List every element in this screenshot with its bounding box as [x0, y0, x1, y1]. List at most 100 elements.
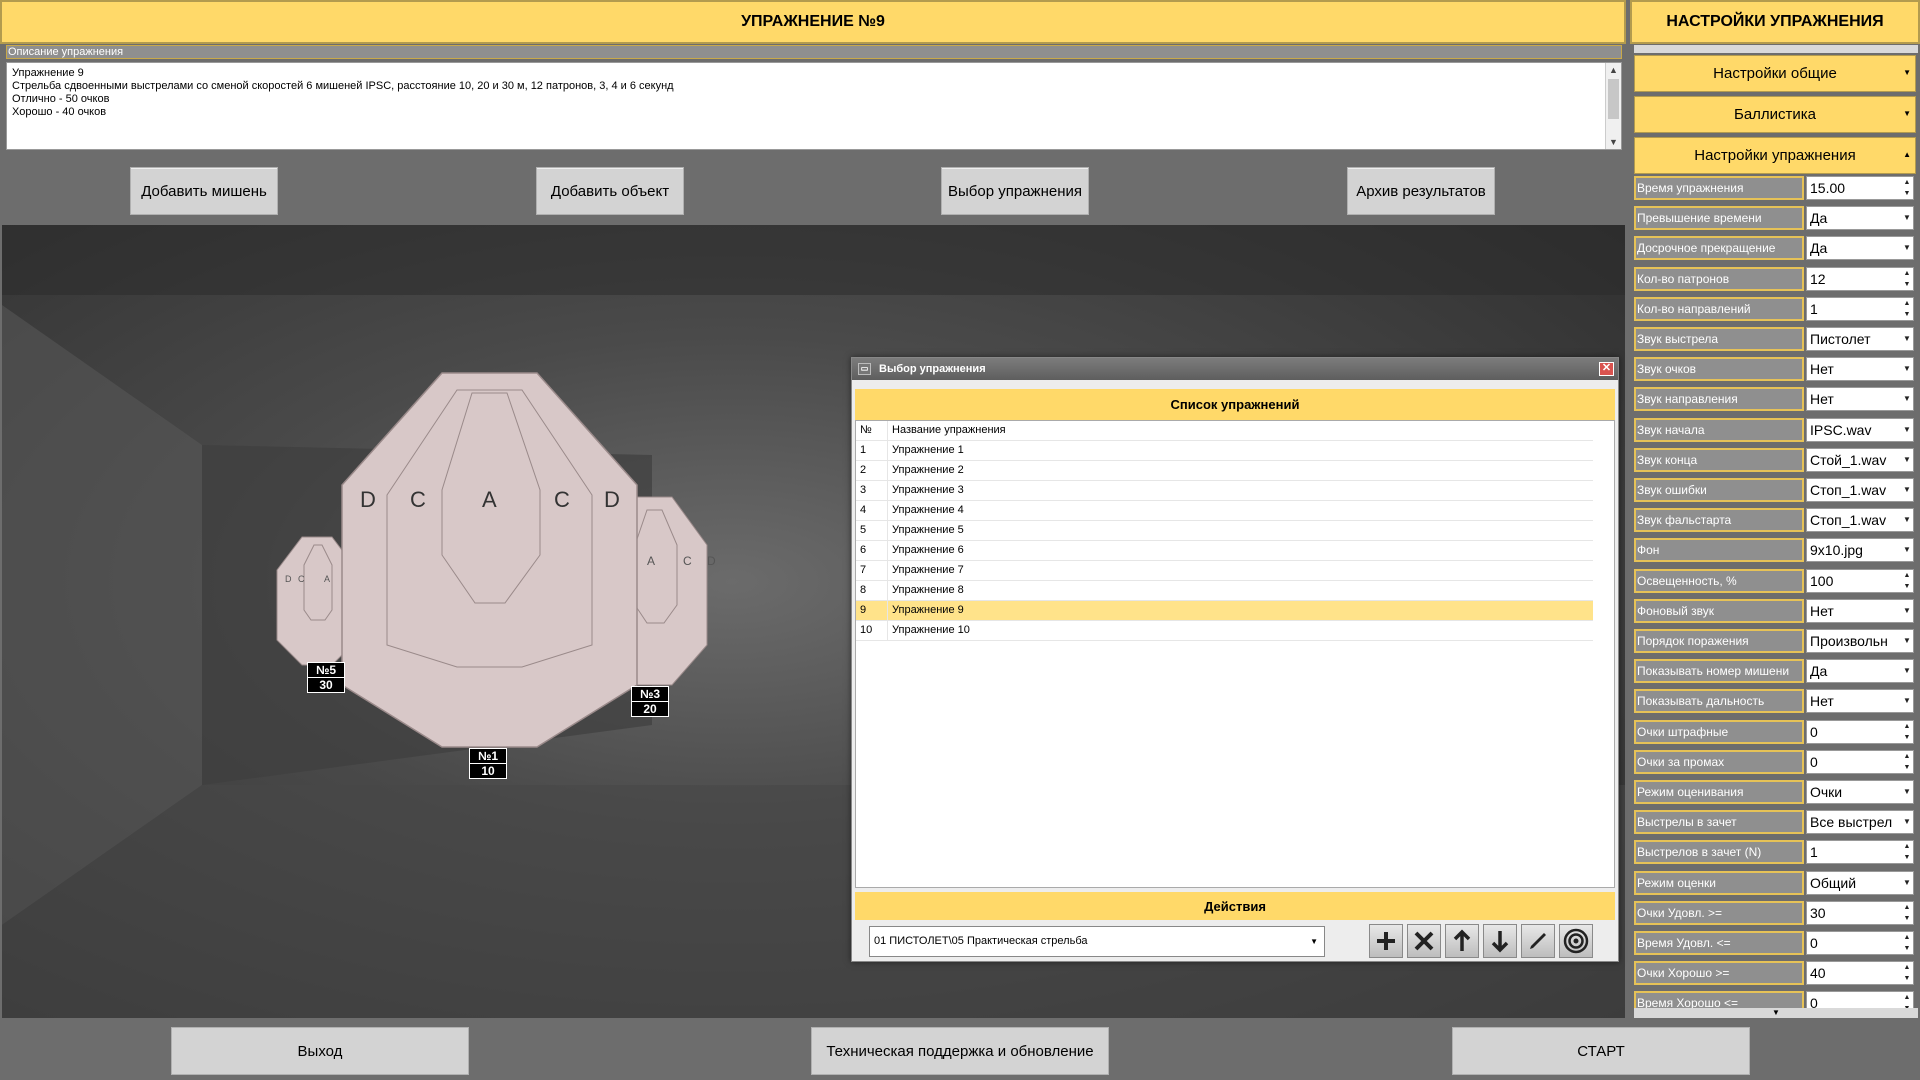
chevron-down-icon[interactable]: ▼ [1901, 237, 1913, 259]
list-item[interactable]: 5 Упражнение 5 [856, 521, 1593, 541]
setting-dropdown[interactable]: Пистолет ▼ [1806, 327, 1914, 351]
setting-spinbox[interactable]: 0 ▲▼ [1806, 720, 1914, 744]
setting-dropdown[interactable]: Да ▼ [1806, 236, 1914, 260]
setting-dropdown[interactable]: Очки ▼ [1806, 780, 1914, 804]
chevron-down-icon[interactable]: ▼ [1901, 781, 1913, 803]
spin-arrows-icon[interactable]: ▲▼ [1901, 902, 1913, 924]
support-button[interactable]: Техническая поддержка и обновление [811, 1027, 1109, 1075]
spin-arrows-icon[interactable]: ▲▼ [1901, 962, 1913, 984]
chevron-down-icon[interactable]: ▼ [1901, 630, 1913, 652]
list-item-selected[interactable]: 9 Упражнение 9 [856, 601, 1593, 621]
chevron-down-icon[interactable]: ▼ [1901, 479, 1913, 501]
list-item[interactable]: 1 Упражнение 1 [856, 441, 1593, 461]
spin-arrows-icon[interactable]: ▲▼ [1901, 751, 1913, 773]
list-item[interactable]: 6 Упражнение 6 [856, 541, 1593, 561]
chevron-down-icon[interactable]: ▼ [1901, 328, 1913, 350]
setting-dropdown[interactable]: Да ▼ [1806, 659, 1914, 683]
chevron-down-icon[interactable]: ▼ [1901, 388, 1913, 410]
add-target-button[interactable]: Добавить мишень [130, 167, 278, 215]
list-item[interactable]: 3 Упражнение 3 [856, 481, 1593, 501]
setting-spinbox[interactable]: 30 ▲ ▼ [1806, 901, 1914, 925]
settings-title-text: НАСТРОЙКИ УПРАЖНЕНИЯ [1666, 13, 1884, 30]
list-item[interactable]: 8 Упражнение 8 [856, 581, 1593, 601]
exercise-folder-select[interactable]: 01 ПИСТОЛЕТ\05 Практическая стрельба ▼ [869, 926, 1325, 957]
scroll-down-icon[interactable]: ▼ [1606, 135, 1621, 149]
move-down-button[interactable] [1483, 924, 1517, 958]
scroll-up-icon[interactable]: ▲ [1606, 63, 1621, 77]
setting-spinbox[interactable]: 12 ▲ ▼ [1806, 267, 1914, 291]
scroll-thumb[interactable] [1608, 79, 1619, 119]
setting-dropdown[interactable]: Нет ▼ [1806, 357, 1914, 381]
setting-dropdown[interactable]: Стой_1.wav ▼ [1806, 448, 1914, 472]
chevron-down-icon[interactable]: ▼ [1901, 811, 1913, 833]
setting-spinbox[interactable]: 0 ▲▼ [1806, 750, 1914, 774]
chevron-down-icon[interactable]: ▼ [1901, 872, 1913, 894]
section-general-settings[interactable]: Настройки общие ▼ [1634, 55, 1916, 92]
close-icon[interactable]: ✕ [1599, 362, 1614, 376]
add-object-button[interactable]: Добавить объект [536, 167, 684, 215]
spin-arrows-icon[interactable]: ▲▼ [1901, 570, 1913, 592]
setting-spinbox[interactable]: 15.00 ▲ ▼ [1806, 176, 1914, 200]
spin-arrows-icon[interactable]: ▲▼ [1901, 721, 1913, 743]
section-exercise-settings[interactable]: Настройки упражнения ▲ [1634, 137, 1916, 174]
chevron-down-icon[interactable]: ▼ [1901, 449, 1913, 471]
description-textarea[interactable]: Упражнение 9 Стрельба сдвоенными выстрел… [6, 62, 1622, 150]
row-name: Упражнение 10 [892, 624, 970, 636]
setting-dropdown[interactable]: Да ▼ [1806, 206, 1914, 230]
setting-dropdown[interactable]: 9x10.jpg ▼ [1806, 538, 1914, 562]
exit-button[interactable]: Выход [171, 1027, 469, 1075]
setting-dropdown[interactable]: IPSC.wav ▼ [1806, 418, 1914, 442]
settings-scroll-bottom[interactable]: ▼ [1634, 1008, 1918, 1018]
settings-scroll-top[interactable] [1634, 45, 1918, 53]
setting-dropdown[interactable]: Нет ▼ [1806, 599, 1914, 623]
target-1-zone-c-right: C [554, 487, 570, 512]
setting-dropdown[interactable]: Стоп_1.wav ▼ [1806, 508, 1914, 532]
dialog-titlebar[interactable]: ▭ Выбор упражнения ✕ [852, 358, 1618, 380]
setting-spinbox[interactable]: 1 ▲ ▼ [1806, 297, 1914, 321]
target-3-distance: 20 [643, 702, 657, 716]
chevron-down-icon[interactable]: ▼ [1901, 539, 1913, 561]
move-up-button[interactable] [1445, 924, 1479, 958]
add-exercise-button[interactable] [1369, 924, 1403, 958]
list-item[interactable]: 7 Упражнение 7 [856, 561, 1593, 581]
column-name-header[interactable]: Название упражнения [888, 421, 1006, 440]
chevron-down-icon[interactable]: ▼ [1901, 419, 1913, 441]
setting-dropdown[interactable]: Нет ▼ [1806, 689, 1914, 713]
setting-spinbox[interactable]: 0 ▲▼ [1806, 931, 1914, 955]
exercise-target-button[interactable] [1559, 924, 1593, 958]
results-archive-button[interactable]: Архив результатов [1347, 167, 1495, 215]
description-scrollbar[interactable]: ▲ ▼ [1605, 63, 1621, 149]
target-5-distance: 30 [319, 678, 333, 692]
chevron-down-icon[interactable]: ▼ [1901, 600, 1913, 622]
setting-dropdown[interactable]: Общий ▼ [1806, 871, 1914, 895]
spin-arrows-icon[interactable]: ▲▼ [1901, 298, 1913, 320]
chevron-down-icon[interactable]: ▼ [1901, 660, 1913, 682]
spin-arrows-icon[interactable]: ▲▼ [1901, 932, 1913, 954]
section-ballistics[interactable]: Баллистика ▼ [1634, 96, 1916, 133]
setting-dropdown[interactable]: Стоп_1.wav ▼ [1806, 478, 1914, 502]
chevron-down-icon[interactable]: ▼ [1901, 207, 1913, 229]
edit-exercise-button[interactable] [1521, 924, 1555, 958]
setting-spinbox[interactable]: 1 ▲ ▼ [1806, 840, 1914, 864]
target-1[interactable]: D C A C D [341, 372, 638, 748]
select-exercise-button[interactable]: Выбор упражнения [941, 167, 1089, 215]
list-item[interactable]: 2 Упражнение 2 [856, 461, 1593, 481]
exercise-list[interactable]: № Название упражнения 1 Упражнение 1 2 Упр… [855, 420, 1615, 888]
setting-dropdown[interactable]: Все выстрел ▼ [1806, 810, 1914, 834]
spin-arrows-icon[interactable]: ▲▼ [1901, 841, 1913, 863]
setting-spinbox[interactable]: 100 ▲ ▼ [1806, 569, 1914, 593]
select-exercise-dialog[interactable]: ▭ Выбор упражнения ✕ Список упражнений №… [851, 357, 1619, 962]
chevron-down-icon[interactable]: ▼ [1901, 358, 1913, 380]
setting-spinbox[interactable]: 40 ▲ ▼ [1806, 961, 1914, 985]
list-item[interactable]: 4 Упражнение 4 [856, 501, 1593, 521]
spin-arrows-icon[interactable]: ▲▼ [1901, 177, 1913, 199]
chevron-down-icon[interactable]: ▼ [1901, 509, 1913, 531]
list-item[interactable]: 10 Упражнение 10 [856, 621, 1593, 641]
setting-dropdown[interactable]: Произвольн ▼ [1806, 629, 1914, 653]
delete-exercise-button[interactable] [1407, 924, 1441, 958]
chevron-down-icon[interactable]: ▼ [1901, 690, 1913, 712]
start-button[interactable]: СТАРТ [1452, 1027, 1750, 1075]
setting-dropdown[interactable]: Нет ▼ [1806, 387, 1914, 411]
spin-arrows-icon[interactable]: ▲▼ [1901, 268, 1913, 290]
column-number-header[interactable]: № [856, 421, 888, 440]
